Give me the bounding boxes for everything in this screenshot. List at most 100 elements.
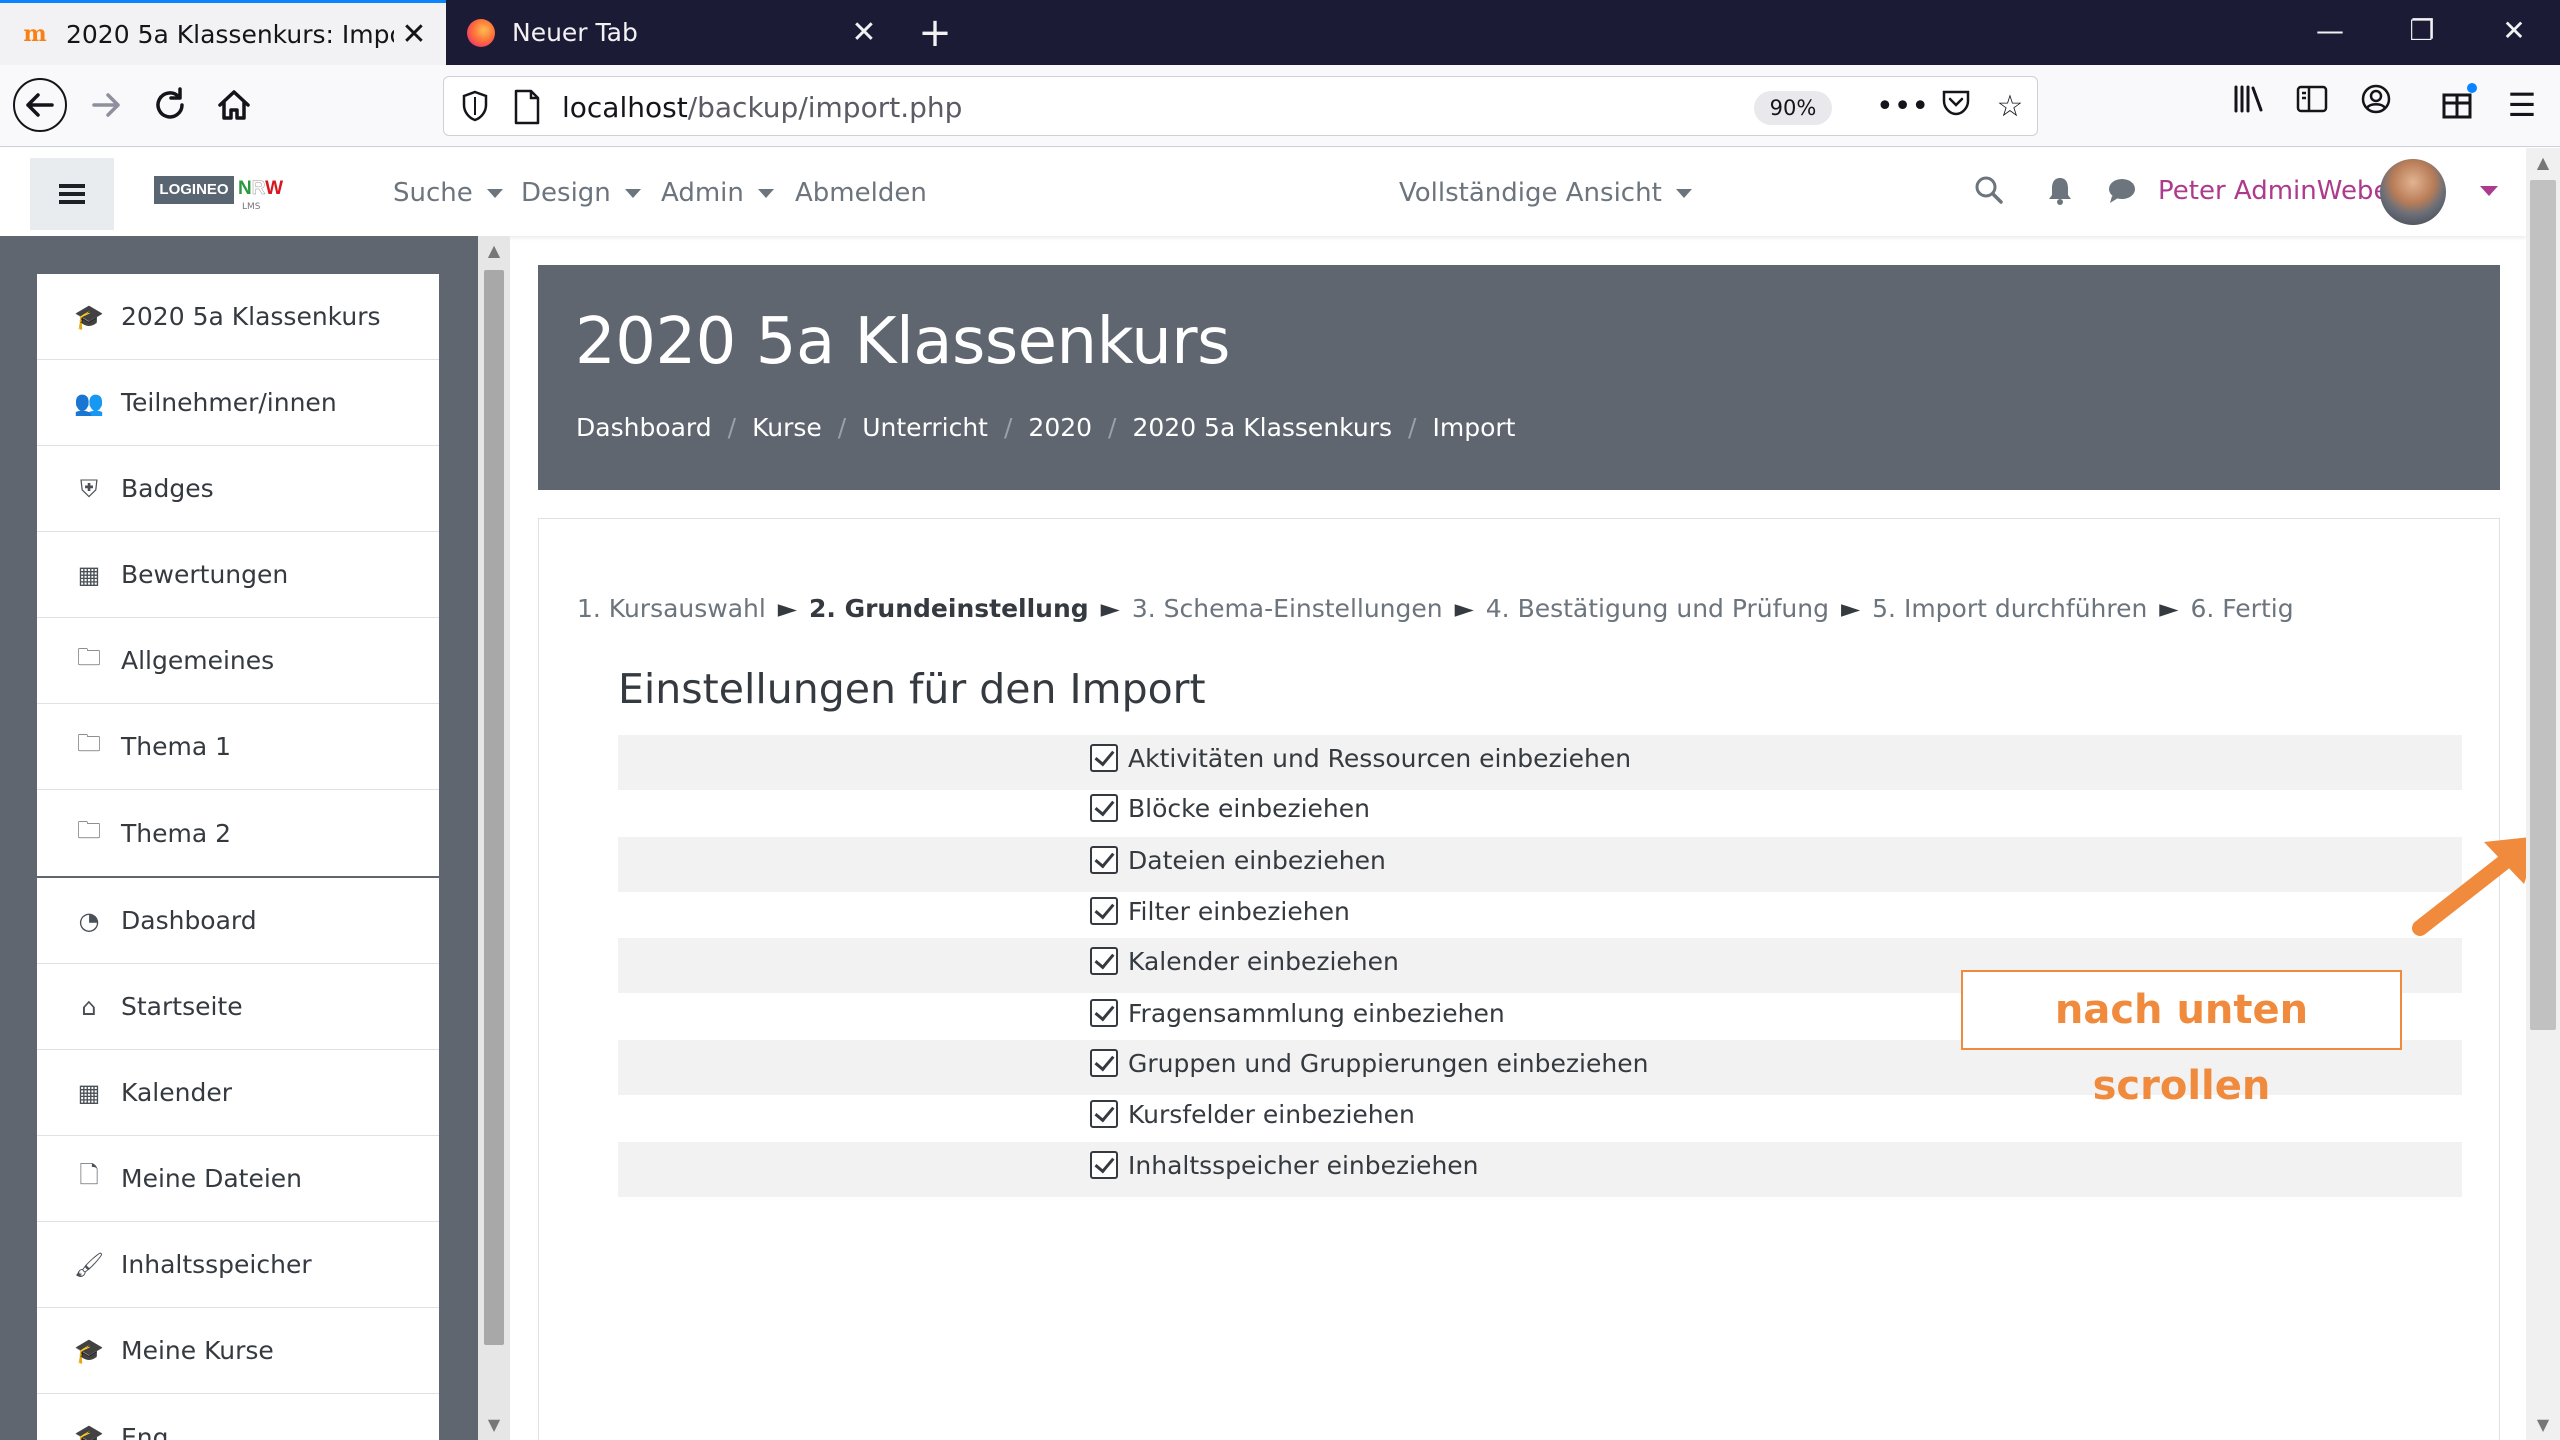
sidebar-item[interactable]: 🖌 Inhaltsspeicher bbox=[37, 1222, 439, 1308]
option-checkbox[interactable] bbox=[1090, 1049, 1118, 1077]
restore-window-icon[interactable]: ❐ bbox=[2376, 0, 2468, 65]
view-mode-dropdown[interactable]: Vollständige Ansicht bbox=[1399, 178, 1692, 208]
breadcrumb-item[interactable]: Kurse bbox=[752, 413, 822, 442]
option-label[interactable]: Gruppen und Gruppierungen einbeziehen bbox=[1128, 1049, 1648, 1078]
folder-icon: 🗀 bbox=[77, 815, 101, 844]
menu-suche[interactable]: Suche bbox=[393, 178, 503, 208]
option-label[interactable]: Inhaltsspeicher einbeziehen bbox=[1128, 1151, 1479, 1180]
user-menu-caret-icon[interactable] bbox=[2480, 186, 2498, 196]
option-label[interactable]: Aktivitäten und Ressourcen einbeziehen bbox=[1128, 744, 1631, 773]
extensions-icon[interactable] bbox=[2432, 79, 2484, 131]
section-title: Einstellungen für den Import bbox=[618, 665, 1206, 713]
pocket-icon[interactable] bbox=[1934, 85, 1978, 129]
sidebar-item[interactable]: 🎓 Meine Kurse bbox=[37, 1308, 439, 1394]
app-menu-icon[interactable]: ☰ bbox=[2496, 79, 2548, 131]
sidebar-item[interactable]: 🗀 Thema 1 bbox=[37, 704, 439, 790]
account-icon[interactable] bbox=[2350, 79, 2402, 131]
zoom-indicator[interactable]: 90% bbox=[1754, 91, 1832, 125]
sidebar-item[interactable]: 🗀 Thema 2 bbox=[37, 790, 439, 876]
reload-icon bbox=[156, 87, 184, 119]
scroll-up-icon[interactable]: ▲ bbox=[2526, 148, 2560, 178]
option-label[interactable]: Kalender einbeziehen bbox=[1128, 947, 1399, 976]
sidebar-item[interactable]: ▦ Kalender bbox=[37, 1050, 439, 1136]
option-label[interactable]: Dateien einbeziehen bbox=[1128, 846, 1386, 875]
back-button[interactable] bbox=[10, 75, 70, 135]
user-name-link[interactable]: Peter AdminWeber bbox=[2158, 176, 2400, 206]
browser-tab-strip: m 2020 5a Klassenkurs: Import ✕ Neuer Ta… bbox=[0, 0, 2560, 65]
menu-abmelden-label: Abmelden bbox=[795, 178, 927, 208]
menu-abmelden[interactable]: Abmelden bbox=[795, 178, 927, 208]
sidebar-item-label: Startseite bbox=[121, 992, 243, 1021]
option-checkbox[interactable] bbox=[1090, 744, 1118, 772]
sidebar-item[interactable]: ◔ Dashboard bbox=[37, 878, 439, 964]
close-tab-icon[interactable]: ✕ bbox=[394, 17, 434, 52]
browser-tab-active[interactable]: m 2020 5a Klassenkurs: Import ✕ bbox=[0, 0, 446, 65]
library-shape bbox=[2234, 85, 2263, 113]
library-icon[interactable] bbox=[2222, 79, 2274, 131]
option-checkbox[interactable] bbox=[1090, 846, 1118, 874]
option-checkbox[interactable] bbox=[1090, 999, 1118, 1027]
speech-bubble-shape bbox=[2109, 179, 2135, 203]
logo-letter-w: W bbox=[265, 178, 284, 199]
user-avatar[interactable] bbox=[2380, 159, 2446, 225]
step-2-current: 2. Grundeinstellung bbox=[808, 594, 1089, 623]
page-header: 2020 5a Klassenkurs Dashboard / Kurse / Unte… bbox=[538, 265, 2500, 490]
bookmark-star-icon[interactable]: ☆ bbox=[1988, 85, 2032, 129]
new-tab-button[interactable]: + bbox=[910, 8, 960, 58]
drawer-toggle-button[interactable] bbox=[30, 158, 114, 230]
home-button[interactable] bbox=[204, 75, 264, 135]
option-checkbox[interactable] bbox=[1090, 1151, 1118, 1179]
search-icon[interactable] bbox=[1969, 174, 2009, 214]
browser-tab-inactive[interactable]: Neuer Tab ✕ bbox=[446, 0, 896, 65]
sidebar-item[interactable]: ▦ Bewertungen bbox=[37, 532, 439, 618]
option-label[interactable]: Fragensammlung einbeziehen bbox=[1128, 999, 1505, 1028]
more-actions-icon[interactable]: ••• bbox=[1876, 85, 1929, 129]
sidebar-item[interactable]: ⛨ Badges bbox=[37, 446, 439, 532]
option-label[interactable]: Filter einbeziehen bbox=[1128, 897, 1350, 926]
breadcrumb-item[interactable]: 2020 bbox=[1028, 413, 1092, 442]
forward-button[interactable] bbox=[76, 75, 136, 135]
option-checkbox[interactable] bbox=[1090, 947, 1118, 975]
sidebar-item[interactable]: 🎓 Eng bbox=[37, 1394, 439, 1440]
option-label[interactable]: Kursfelder einbeziehen bbox=[1128, 1100, 1415, 1129]
menu-design[interactable]: Design bbox=[521, 178, 641, 208]
sidebar-item[interactable]: ⌂ Startseite bbox=[37, 964, 439, 1050]
scroll-down-icon[interactable]: ▼ bbox=[478, 1410, 510, 1440]
scroll-up-icon[interactable]: ▲ bbox=[478, 236, 510, 266]
messages-icon[interactable] bbox=[2102, 174, 2142, 214]
sidebar-item[interactable]: 👥 Teilnehmer/innen bbox=[37, 360, 439, 446]
menu-admin[interactable]: Admin bbox=[661, 178, 774, 208]
breadcrumb-item[interactable]: Dashboard bbox=[576, 413, 712, 442]
option-checkbox[interactable] bbox=[1090, 897, 1118, 925]
close-tab-icon[interactable]: ✕ bbox=[844, 15, 884, 50]
breadcrumb-item[interactable]: Import bbox=[1432, 413, 1515, 442]
url-bar[interactable]: localhost/backup/import.php 90% ••• ☆ bbox=[443, 76, 2038, 136]
option-checkbox[interactable] bbox=[1090, 1100, 1118, 1128]
graduation-cap-icon: 🎓 bbox=[74, 1423, 104, 1440]
page-info-icon[interactable] bbox=[512, 89, 542, 125]
page-scroll-thumb[interactable] bbox=[2530, 180, 2556, 1030]
breadcrumb-item[interactable]: 2020 5a Klassenkurs bbox=[1132, 413, 1392, 442]
drawer-scroll-thumb[interactable] bbox=[484, 270, 504, 1345]
sidebar-item[interactable]: 🗀 Allgemeines bbox=[37, 618, 439, 704]
sidebar-item[interactable]: 🎓 2020 5a Klassenkurs bbox=[37, 274, 439, 360]
notification-bell-icon[interactable] bbox=[2040, 174, 2080, 214]
page-scrollbar[interactable]: ▲ ▼ bbox=[2526, 148, 2560, 1440]
forward-arrow-icon bbox=[92, 93, 120, 117]
option-checkbox[interactable] bbox=[1090, 794, 1118, 822]
close-window-icon[interactable]: ✕ bbox=[2468, 0, 2560, 65]
tracking-shield-icon[interactable] bbox=[458, 89, 492, 123]
hamburger-icon bbox=[59, 192, 85, 196]
option-label[interactable]: Blöcke einbeziehen bbox=[1128, 794, 1370, 823]
scroll-down-icon[interactable]: ▼ bbox=[2526, 1410, 2560, 1440]
drawer-scrollbar[interactable]: ▲ ▼ bbox=[478, 236, 510, 1440]
calendar-icon: ▦ bbox=[77, 1078, 101, 1107]
minimize-window-icon[interactable]: — bbox=[2284, 0, 2376, 65]
breadcrumb-separator: / bbox=[1408, 413, 1417, 442]
sidebar-toggle-icon[interactable] bbox=[2286, 79, 2338, 131]
reload-button[interactable] bbox=[140, 75, 200, 135]
breadcrumb-item[interactable]: Unterricht bbox=[862, 413, 988, 442]
step-separator-icon: ► bbox=[1100, 594, 1120, 623]
site-logo[interactable]: LOGINEO NRW LMS bbox=[154, 176, 284, 212]
sidebar-item[interactable]: 🗋 Meine Dateien bbox=[37, 1136, 439, 1222]
